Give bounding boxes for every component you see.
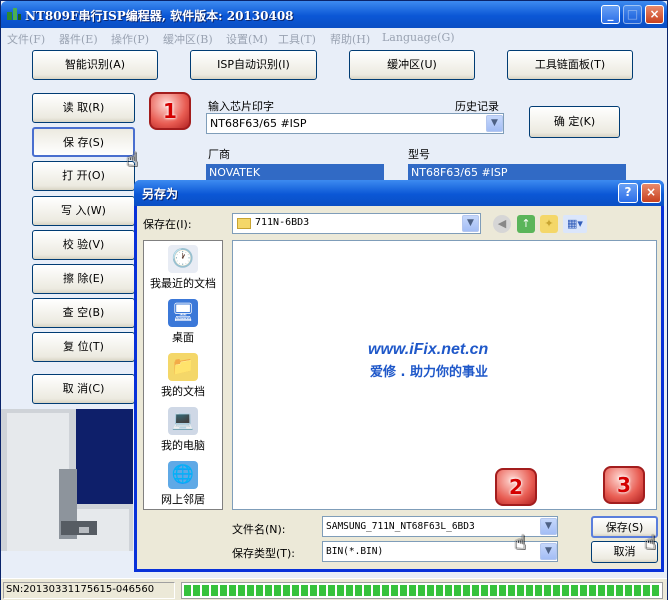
- save-in-label: 保存在(I):: [143, 218, 192, 231]
- erase-button[interactable]: 擦 除(E): [32, 264, 135, 294]
- progress-fill: [184, 585, 660, 596]
- place-label: 网上邻居: [161, 493, 205, 506]
- dialog-title: 另存为: [142, 187, 179, 201]
- model-label: 型号: [408, 148, 430, 161]
- place-my-computer[interactable]: 💻 我的电脑: [144, 407, 222, 461]
- confirm-button[interactable]: 确 定(K): [529, 106, 620, 138]
- chip-input-combo[interactable]: NT68F63/65 #ISP ▼: [206, 113, 504, 134]
- status-bar: SN:20130331175615-046560: [1, 578, 667, 600]
- place-my-documents[interactable]: 📁 我的文档: [144, 353, 222, 407]
- menu-device[interactable]: 器件(E): [59, 31, 98, 47]
- network-icon: 🌐: [168, 461, 198, 489]
- place-desktop[interactable]: 🖥 桌面: [144, 299, 222, 353]
- maximize-button[interactable]: □: [623, 5, 642, 24]
- chevron-down-icon[interactable]: ▼: [540, 518, 557, 535]
- main-titlebar[interactable]: NT809F串行ISP编程器, 软件版本: 20130408 _ □ ×: [1, 1, 667, 28]
- menu-settings[interactable]: 设置(M): [226, 31, 268, 47]
- menu-bar: 文件(F) 器件(E) 操作(P) 缓冲区(B) 设置(M) 工具(T) 帮助(…: [1, 28, 667, 48]
- menu-operate[interactable]: 操作(P): [111, 31, 149, 47]
- filetype-value: BIN(*.BIN): [326, 546, 384, 557]
- help-button[interactable]: ?: [618, 183, 638, 203]
- filename-value: SAMSUNG_711N_NT68F63L_6BD3: [326, 521, 475, 532]
- save-as-dialog: 另存为 ? × 保存在(I): 711N-6BD3 ▼ ◀ ↑ ✦ ▦▾ 🕐 我…: [134, 180, 664, 572]
- menu-language[interactable]: Language(G): [382, 31, 455, 44]
- place-recent[interactable]: 🕐 我最近的文档: [144, 245, 222, 299]
- menu-buffer[interactable]: 缓冲区(B): [163, 31, 213, 47]
- device-photo: [1, 409, 133, 551]
- buffer-button[interactable]: 缓冲区(U): [349, 50, 475, 80]
- toolchain-panel-button[interactable]: 工具链面板(T): [507, 50, 633, 80]
- places-bar: 🕐 我最近的文档 🖥 桌面 📁 我的文档 💻 我的电脑 🌐 网上邻居: [143, 240, 223, 510]
- blank-check-button[interactable]: 查 空(B): [32, 298, 135, 328]
- my-computer-icon: 💻: [168, 407, 198, 435]
- chevron-down-icon[interactable]: ▼: [486, 115, 503, 132]
- up-folder-icon[interactable]: ↑: [517, 215, 535, 233]
- close-button[interactable]: ×: [645, 5, 664, 24]
- save-main-button[interactable]: 保 存(S): [32, 127, 135, 157]
- pointer-hand-icon: ☝: [513, 530, 527, 554]
- reset-button[interactable]: 复 位(T): [32, 332, 135, 362]
- smart-identify-button[interactable]: 智能识别(A): [32, 50, 158, 80]
- place-label: 我的文档: [161, 385, 205, 398]
- view-menu-icon[interactable]: ▦▾: [563, 215, 587, 233]
- my-documents-icon: 📁: [168, 353, 198, 381]
- verify-button[interactable]: 校 验(V): [32, 230, 135, 260]
- isp-auto-identify-button[interactable]: ISP自动识别(I): [190, 50, 317, 80]
- step-3-callout: 3: [603, 466, 645, 504]
- back-icon[interactable]: ◀: [493, 215, 511, 233]
- step-2-callout: 2: [495, 468, 537, 506]
- folder-icon: [237, 218, 251, 229]
- write-button[interactable]: 写 入(W): [32, 196, 135, 226]
- chevron-down-icon[interactable]: ▼: [462, 215, 479, 232]
- progress-bar: [181, 582, 663, 599]
- read-button[interactable]: 读 取(R): [32, 93, 135, 123]
- cancel-main-button[interactable]: 取 消(C): [32, 374, 135, 404]
- step-1-callout: 1: [149, 92, 191, 130]
- dialog-titlebar[interactable]: 另存为 ? ×: [134, 180, 664, 206]
- menu-tools[interactable]: 工具(T): [278, 31, 316, 47]
- app-icon: [7, 8, 21, 20]
- serial-number: SN:20130331175615-046560: [3, 582, 175, 599]
- history-label: 历史记录: [455, 100, 499, 113]
- place-network[interactable]: 🌐 网上邻居: [144, 461, 222, 515]
- pointer-hand-icon: ☝: [125, 147, 139, 171]
- open-button[interactable]: 打 开(O): [32, 161, 135, 191]
- place-label: 我最近的文档: [150, 277, 216, 290]
- save-in-combo[interactable]: 711N-6BD3 ▼: [232, 213, 481, 234]
- watermark-slogan: 爱修 . 助力你的事业: [370, 365, 488, 380]
- menu-file[interactable]: 文件(F): [7, 31, 45, 47]
- new-folder-icon[interactable]: ✦: [540, 215, 558, 233]
- window-title: NT809F串行ISP编程器, 软件版本: 20130408: [25, 9, 294, 23]
- chip-input-value: NT68F63/65 #ISP: [210, 117, 307, 130]
- vendor-label: 厂商: [208, 148, 230, 161]
- recent-documents-icon: 🕐: [168, 245, 198, 273]
- pointer-hand-icon: ☝: [643, 530, 657, 554]
- filetype-label: 保存类型(T):: [232, 547, 296, 560]
- chevron-down-icon[interactable]: ▼: [540, 543, 557, 560]
- place-label: 桌面: [172, 331, 194, 344]
- desktop-icon: 🖥: [168, 299, 198, 327]
- file-list[interactable]: www.iFix.net.cn 爱修 . 助力你的事业: [232, 240, 657, 510]
- menu-help[interactable]: 帮助(H): [330, 31, 370, 47]
- filename-label: 文件名(N):: [232, 523, 286, 536]
- chip-input-label: 输入芯片印字: [208, 100, 274, 113]
- save-in-value: 711N-6BD3: [255, 217, 310, 228]
- place-label: 我的电脑: [161, 439, 205, 452]
- watermark-url: www.iFix.net.cn: [368, 341, 489, 358]
- minimize-button[interactable]: _: [601, 5, 620, 24]
- dialog-close-button[interactable]: ×: [641, 183, 661, 203]
